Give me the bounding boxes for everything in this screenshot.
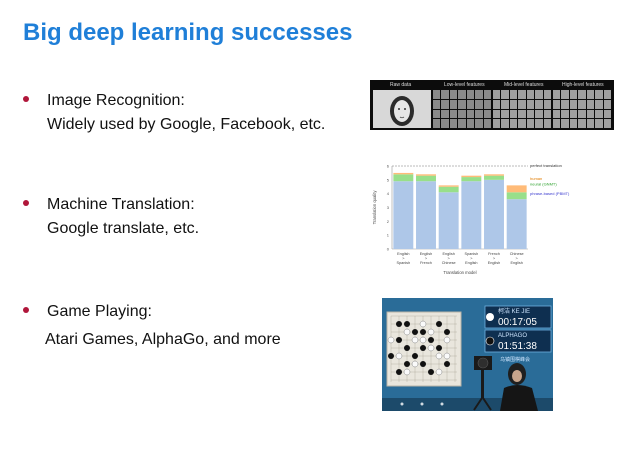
- face-photo: [373, 90, 431, 128]
- x-tick-label: >: [493, 257, 496, 261]
- legend-gnmt: neural (GNMT): [530, 181, 557, 186]
- x-tick-label: >: [470, 257, 473, 261]
- x-tick-label: French: [488, 252, 500, 256]
- x-tick-label: English: [510, 261, 522, 265]
- bullet-heading: Image Recognition:: [47, 92, 185, 109]
- x-tick-label: English: [397, 252, 409, 256]
- y-tick-label: 2: [387, 219, 390, 224]
- bar-human: [484, 174, 504, 176]
- x-tick-label: English: [420, 252, 432, 256]
- low-level-features-label: Low-level features: [444, 82, 485, 88]
- high-level-features-label: High-level features: [562, 82, 604, 88]
- high-level-features-grid: [553, 90, 611, 128]
- x-tick-label: Chinese: [510, 252, 524, 256]
- translation-quality-chart: 0123456 perfect translationEnglish>Spanis…: [372, 163, 570, 275]
- bullet-heading: Game Playing:: [47, 303, 152, 320]
- x-tick-label: Spanish: [396, 261, 410, 265]
- player1-name: 柯洁 KE JIE: [498, 307, 530, 315]
- bullet-game-playing: Game Playing: Atari Games, AlphaGo, and …: [23, 300, 353, 352]
- low-level-features-grid: [433, 90, 491, 128]
- alphago-game-image: 柯洁 KE JIE 00:17:05 ALPHAGO 01:51:38 乌镇围棋…: [382, 298, 553, 411]
- x-tick-label: French: [420, 261, 432, 265]
- bar-human: [461, 175, 482, 178]
- bar-pbmt: [461, 181, 482, 249]
- bullet-subtext: Google translate, etc.: [47, 220, 200, 237]
- x-tick-label: English: [442, 252, 454, 256]
- bar-gnmt: [506, 192, 527, 200]
- bullet-machine-translation: Machine Translation: Google translate, e…: [23, 193, 353, 241]
- perfect-translation-label: perfect translation: [530, 163, 562, 168]
- legend-human: human: [530, 176, 542, 181]
- bar-pbmt: [506, 199, 527, 249]
- mid-level-features-label: Mid-level features: [504, 82, 544, 88]
- bar-gnmt: [393, 174, 414, 182]
- bar-pbmt: [393, 181, 414, 249]
- y-tick-label: 0: [387, 247, 390, 252]
- y-axis-label: Translation quality: [372, 190, 377, 225]
- bar-pbmt: [484, 179, 504, 249]
- x-tick-label: Chinese: [442, 261, 456, 265]
- bar-pbmt: [416, 181, 436, 249]
- y-tick-label: 3: [387, 205, 390, 210]
- x-tick-label: English: [488, 261, 500, 265]
- bullet-subtext: Widely used by Google, Facebook, etc.: [47, 116, 326, 133]
- bullet-marker: [23, 200, 29, 206]
- player2-clock: 01:51:38: [498, 341, 537, 352]
- bullet-marker: [23, 307, 29, 313]
- x-tick-label: English: [465, 261, 477, 265]
- bullet-subtext: Atari Games, AlphaGo, and more: [45, 331, 281, 348]
- bar-human: [506, 185, 527, 193]
- y-tick-label: 4: [387, 191, 390, 196]
- x-tick-label: Spanish: [464, 252, 478, 256]
- bar-gnmt: [416, 175, 436, 182]
- bullet-marker: [23, 96, 29, 102]
- x-tick-label: >: [516, 257, 519, 261]
- event-caption: 乌镇围棋峰会: [500, 356, 530, 363]
- bar-gnmt: [484, 175, 504, 180]
- y-tick-label: 5: [387, 177, 390, 182]
- x-axis-label: Translation model: [443, 270, 476, 275]
- x-tick-label: >: [448, 257, 451, 261]
- bar-gnmt: [438, 186, 459, 193]
- slide-title: Big deep learning successes: [23, 19, 353, 46]
- y-tick-label: 6: [387, 164, 390, 169]
- bar-human: [438, 185, 459, 187]
- bar-human: [416, 174, 436, 176]
- x-tick-label: >: [425, 257, 428, 261]
- feature-hierarchy-image: Raw data Low-level features Mid-level fe…: [370, 80, 614, 130]
- raw-data-label: Raw data: [390, 82, 412, 88]
- legend-pbmt: phrase-based (PBMT): [530, 191, 570, 196]
- player1-clock: 00:17:05: [498, 317, 537, 328]
- bullet-heading: Machine Translation:: [47, 196, 195, 213]
- y-tick-label: 1: [387, 233, 390, 238]
- bar-pbmt: [438, 192, 459, 249]
- mid-level-features-grid: [493, 90, 551, 128]
- x-tick-label: >: [402, 257, 405, 261]
- bullet-image-recognition: Image Recognition: Widely used by Google…: [23, 89, 353, 137]
- player2-name: ALPHAGO: [498, 333, 527, 339]
- bar-human: [393, 172, 414, 175]
- bar-gnmt: [461, 177, 482, 182]
